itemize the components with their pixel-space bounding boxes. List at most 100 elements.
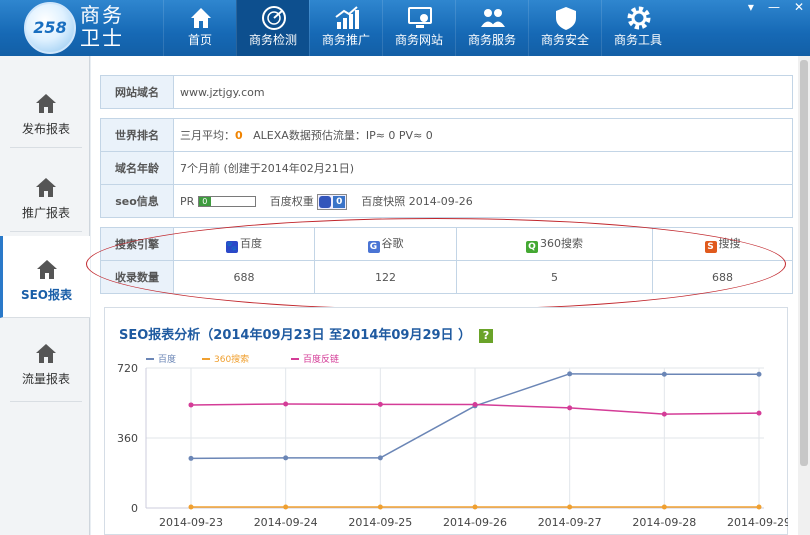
data-point [377, 504, 383, 510]
site-info-table: 世界排名 三月平均：0 ALEXA数据预估流量：IP≈ 0 PV≈ 0 域名年龄… [100, 118, 793, 218]
logo-text: 258 [33, 18, 67, 37]
y-tick-label: 720 [117, 362, 138, 375]
house-icon [36, 344, 56, 363]
help-icon[interactable]: ? [479, 329, 494, 343]
data-point [283, 504, 289, 510]
baidu-weight-value: 0 [333, 195, 346, 208]
x-tick-label: 2014-09-28 [632, 516, 696, 529]
nav-business-service[interactable]: 商务服务 [455, 0, 528, 56]
nav-business-promotion[interactable]: 商务推广 [309, 0, 382, 56]
sidebar-item-promotion-report[interactable]: 推广报表 [10, 150, 82, 232]
rank-avg-value: 0 [235, 129, 243, 142]
data-point [188, 455, 194, 461]
home-icon [191, 8, 211, 28]
x-tick-label: 2014-09-25 [348, 516, 412, 529]
nav-business-check[interactable]: 商务检测 [236, 0, 309, 56]
nav-label: 首页 [187, 33, 212, 47]
top-bar: 258 商务 卫士 首页 商务检测 商务推广 商务网站 商务服务 商务安全 商务… [0, 0, 810, 56]
x-tick-label: 2014-09-23 [159, 516, 223, 529]
app-brand: 商务 卫士 [80, 4, 124, 50]
data-point [661, 411, 667, 417]
sidebar-item-label: 发布报表 [21, 122, 70, 136]
data-point [756, 371, 762, 377]
sidebar-item-publish-report[interactable]: 发布报表 [10, 66, 82, 148]
scrollbar-thumb[interactable] [800, 60, 808, 466]
sidebar-item-label: 流量报表 [21, 372, 70, 386]
data-point [661, 504, 667, 510]
table-row: 域名年龄 7个月前 (创建于2014年02月21日) [100, 151, 793, 185]
legend-entry: 360搜索 [214, 353, 249, 365]
x-tick-label: 2014-09-29 [727, 516, 788, 529]
nav-label: 商务推广 [321, 33, 370, 47]
baidu-paw-icon [319, 195, 332, 208]
world-rank-value: 三月平均：0 ALEXA数据预估流量：IP≈ 0 PV≈ 0 [173, 118, 793, 152]
sidebar-item-traffic-report[interactable]: 流量报表 [10, 320, 82, 402]
sidebar: 发布报表 推广报表 SEO报表 流量报表 [0, 56, 90, 535]
alexa-estimate: ALEXA数据预估流量：IP≈ 0 PV≈ 0 [253, 129, 433, 142]
menu-dropdown-icon[interactable]: ▾ [748, 0, 754, 14]
field-label: 世界排名 [100, 118, 174, 152]
field-label: seo信息 [100, 184, 174, 218]
x-tick-label: 2014-09-27 [538, 516, 602, 529]
table-row: 网站域名 www.jztjgy.com [100, 75, 793, 109]
snapshot-value: 2014-09-26 [408, 194, 473, 208]
highlight-ellipse [86, 218, 786, 310]
domain-age-value: 7个月前 (创建于2014年02月21日) [173, 151, 793, 185]
table-row: seo信息 PR 0 百度权重 0 百度快照 2014-09-26 [100, 184, 793, 218]
data-point [756, 504, 762, 510]
house-icon [36, 260, 57, 279]
close-icon[interactable]: ✕ [794, 0, 804, 14]
pr-label: PR [180, 194, 195, 208]
data-point [567, 405, 573, 411]
data-point [188, 504, 194, 510]
data-point [472, 504, 478, 510]
baidu-weight-label: 百度权重 [269, 194, 314, 208]
nav-business-tools[interactable]: 商务工具 [601, 0, 674, 56]
brand-line-1: 商务 [80, 3, 124, 27]
sidebar-item-seo-report[interactable]: SEO报表 [0, 236, 90, 318]
nav-business-website[interactable]: 商务网站 [382, 0, 455, 56]
minimize-icon[interactable]: — [768, 0, 780, 14]
bar-growth-icon [335, 6, 359, 29]
site-domain-table: 网站域名 www.jztjgy.com [100, 75, 793, 109]
snapshot-label: 百度快照 [361, 194, 406, 208]
app-logo: 258 [24, 2, 76, 54]
brand-line-2: 卫士 [80, 26, 124, 50]
y-tick-label: 360 [117, 432, 138, 445]
legend-entry: 百度 [158, 353, 176, 365]
data-point [377, 401, 383, 407]
legend-entry: 百度反链 [303, 353, 339, 365]
data-point [283, 401, 289, 407]
vertical-scrollbar[interactable] [798, 56, 810, 535]
sidebar-item-label: 推广报表 [21, 206, 70, 220]
nav-home[interactable]: 首页 [163, 0, 236, 56]
field-label: 域名年龄 [100, 151, 174, 185]
data-point [756, 410, 762, 416]
nav-label: 商务安全 [540, 33, 589, 47]
nav-business-security[interactable]: 商务安全 [528, 0, 601, 56]
data-point [377, 455, 383, 461]
field-label: 网站域名 [100, 75, 174, 109]
data-point [661, 371, 667, 377]
data-point [188, 402, 194, 408]
sidebar-item-label: SEO报表 [20, 288, 73, 302]
shield-icon [556, 7, 576, 30]
rank-avg-label: 三月平均： [180, 129, 235, 142]
x-tick-label: 2014-09-24 [254, 516, 318, 529]
table-row: 世界排名 三月平均：0 ALEXA数据预估流量：IP≈ 0 PV≈ 0 [100, 118, 793, 152]
data-point [567, 504, 573, 510]
seo-info-value: PR 0 百度权重 0 百度快照 2014-09-26 [173, 184, 793, 218]
chart-title: SEO报表分析（2014年09月23日 至2014年09月29日 ）? [119, 324, 494, 343]
house-icon [36, 178, 56, 197]
house-icon [36, 94, 56, 113]
radar-icon [262, 6, 286, 30]
main-nav: 首页 商务检测 商务推广 商务网站 商务服务 商务安全 商务工具 [163, 0, 674, 56]
pr-value: 0 [198, 197, 211, 206]
nav-label: 商务服务 [467, 33, 516, 47]
baidu-weight-badge: 0 [317, 193, 348, 210]
data-point [472, 402, 478, 408]
data-point [283, 455, 289, 461]
monitor-icon [408, 7, 432, 28]
users-icon [481, 9, 505, 27]
nav-label: 商务检测 [248, 33, 297, 47]
